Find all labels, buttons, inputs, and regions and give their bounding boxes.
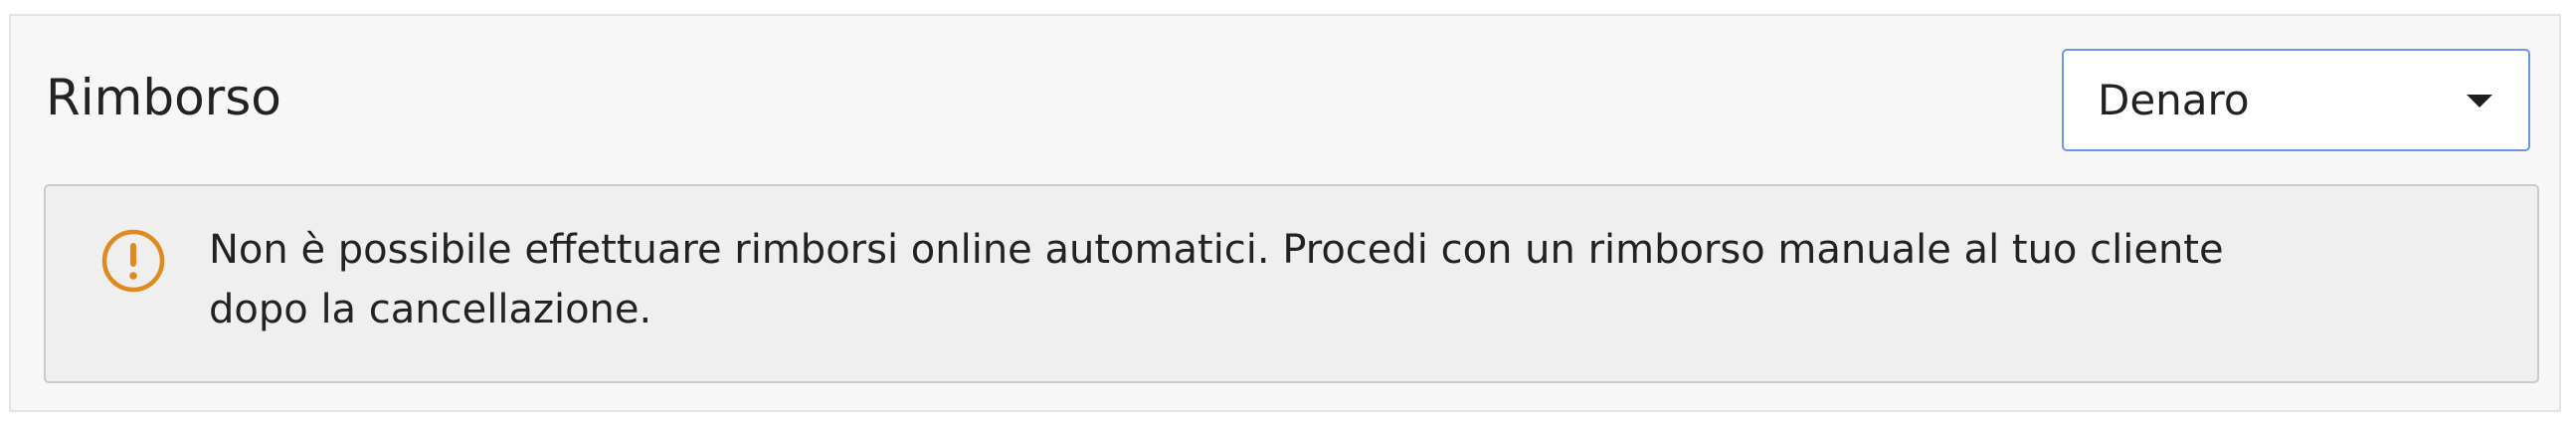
refund-warning-line-2: dopo la cancellazione. [209, 287, 652, 332]
refund-warning-notice: Non è possibile effettuare rimborsi onli… [44, 184, 2539, 383]
refund-method-select[interactable]: Denaro [2062, 49, 2530, 151]
refund-title: Rimborso [46, 69, 281, 126]
warning-circle-icon [101, 229, 165, 293]
refund-warning-line-1: Non è possibile effettuare rimborsi onli… [209, 227, 2224, 273]
refund-warning-text: Non è possibile effettuare rimborsi onli… [209, 220, 2298, 339]
refund-panel: Rimborso Denaro Non è possibile effettua… [9, 14, 2561, 412]
refund-method-selected-value: Denaro [2098, 76, 2250, 124]
chevron-down-icon [2467, 95, 2492, 108]
